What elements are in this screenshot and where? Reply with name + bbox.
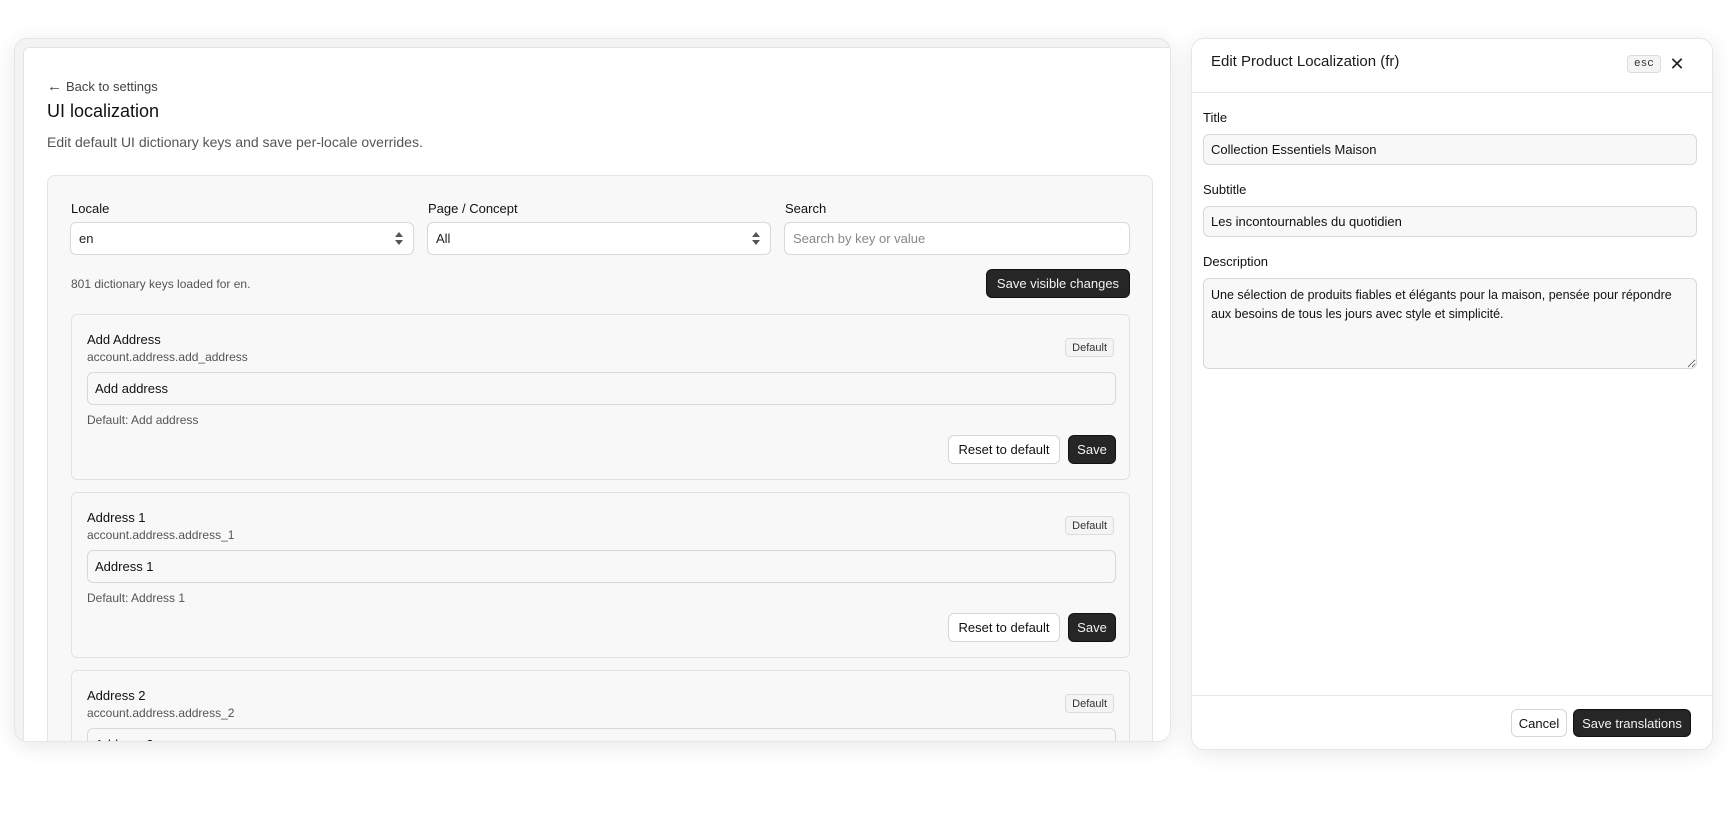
page-concept-select-value: All [436, 231, 451, 246]
entry-title: Add Address [87, 332, 161, 347]
page-description: Edit default UI dictionary keys and save… [47, 134, 423, 150]
subtitle-field-label: Subtitle [1203, 182, 1247, 197]
description-field-label: Description [1203, 254, 1269, 269]
locale-select-value: en [79, 231, 94, 246]
save-entry-button[interactable]: Save [1068, 613, 1116, 642]
dictionary-panel: Locale en Page / Concept All Search 801 … [47, 175, 1153, 741]
entry-default-text: Default: Add address [87, 413, 199, 427]
search-label: Search [785, 201, 827, 216]
reset-to-default-button[interactable]: Reset to default [948, 613, 1060, 642]
page-concept-label: Page / Concept [428, 201, 518, 216]
page-title: UI localization [47, 101, 160, 121]
main-content: ← Back to settings UI localization Edit … [23, 47, 1170, 741]
drawer-title: Edit Product Localization (fr) [1211, 53, 1400, 70]
entry-title: Address 1 [87, 510, 146, 525]
select-chevron-icon [395, 231, 403, 247]
description-field-textarea[interactable]: Une sélection de produits fiables et élé… [1203, 278, 1697, 369]
edit-localization-drawer: Edit Product Localization (fr) esc ✕ Tit… [1192, 39, 1712, 749]
arrow-left-icon: ← [47, 78, 62, 95]
entry-default-text: Default: Address 1 [87, 591, 186, 605]
back-to-settings-link[interactable]: ← Back to settings [47, 79, 158, 94]
keys-count-text: 801 dictionary keys loaded for en. [71, 277, 251, 291]
close-icon[interactable]: ✕ [1667, 54, 1687, 74]
save-visible-changes-button[interactable]: Save visible changes [986, 269, 1130, 298]
cancel-button[interactable]: Cancel [1511, 709, 1567, 737]
locale-select[interactable]: en [70, 222, 414, 255]
entry-value-input[interactable] [87, 550, 1116, 583]
save-entry-button[interactable]: Save [1068, 435, 1116, 464]
save-translations-button[interactable]: Save translations [1573, 709, 1691, 737]
drawer-header: Edit Product Localization (fr) esc ✕ [1192, 39, 1712, 93]
subtitle-field-input[interactable] [1203, 206, 1697, 237]
drawer-footer: Cancel Save translations [1192, 695, 1712, 749]
dictionary-entry: Address 1 account.address.address_1 Defa… [71, 492, 1130, 658]
entry-key: account.address.add_address [87, 350, 248, 364]
page-concept-select[interactable]: All [427, 222, 771, 255]
dictionary-entry: Address 2 account.address.address_2 Defa… [71, 670, 1130, 741]
back-link-label: Back to settings [66, 79, 158, 94]
title-field-input[interactable] [1203, 134, 1697, 165]
default-badge: Default [1065, 516, 1114, 535]
reset-to-default-button[interactable]: Reset to default [948, 435, 1060, 464]
locale-label: Locale [71, 201, 110, 216]
main-window: ← Back to settings UI localization Edit … [15, 39, 1170, 741]
search-input[interactable] [784, 222, 1130, 255]
select-chevron-icon [752, 231, 760, 247]
esc-key-badge: esc [1627, 55, 1661, 73]
entry-key: account.address.address_1 [87, 528, 235, 542]
title-field-label: Title [1203, 110, 1228, 125]
entry-value-input[interactable] [87, 728, 1116, 741]
entry-key: account.address.address_2 [87, 706, 235, 720]
dictionary-entry: Add Address account.address.add_address … [71, 314, 1130, 480]
entry-title: Address 2 [87, 688, 146, 703]
entry-value-input[interactable] [87, 372, 1116, 405]
default-badge: Default [1065, 694, 1114, 713]
default-badge: Default [1065, 338, 1114, 357]
